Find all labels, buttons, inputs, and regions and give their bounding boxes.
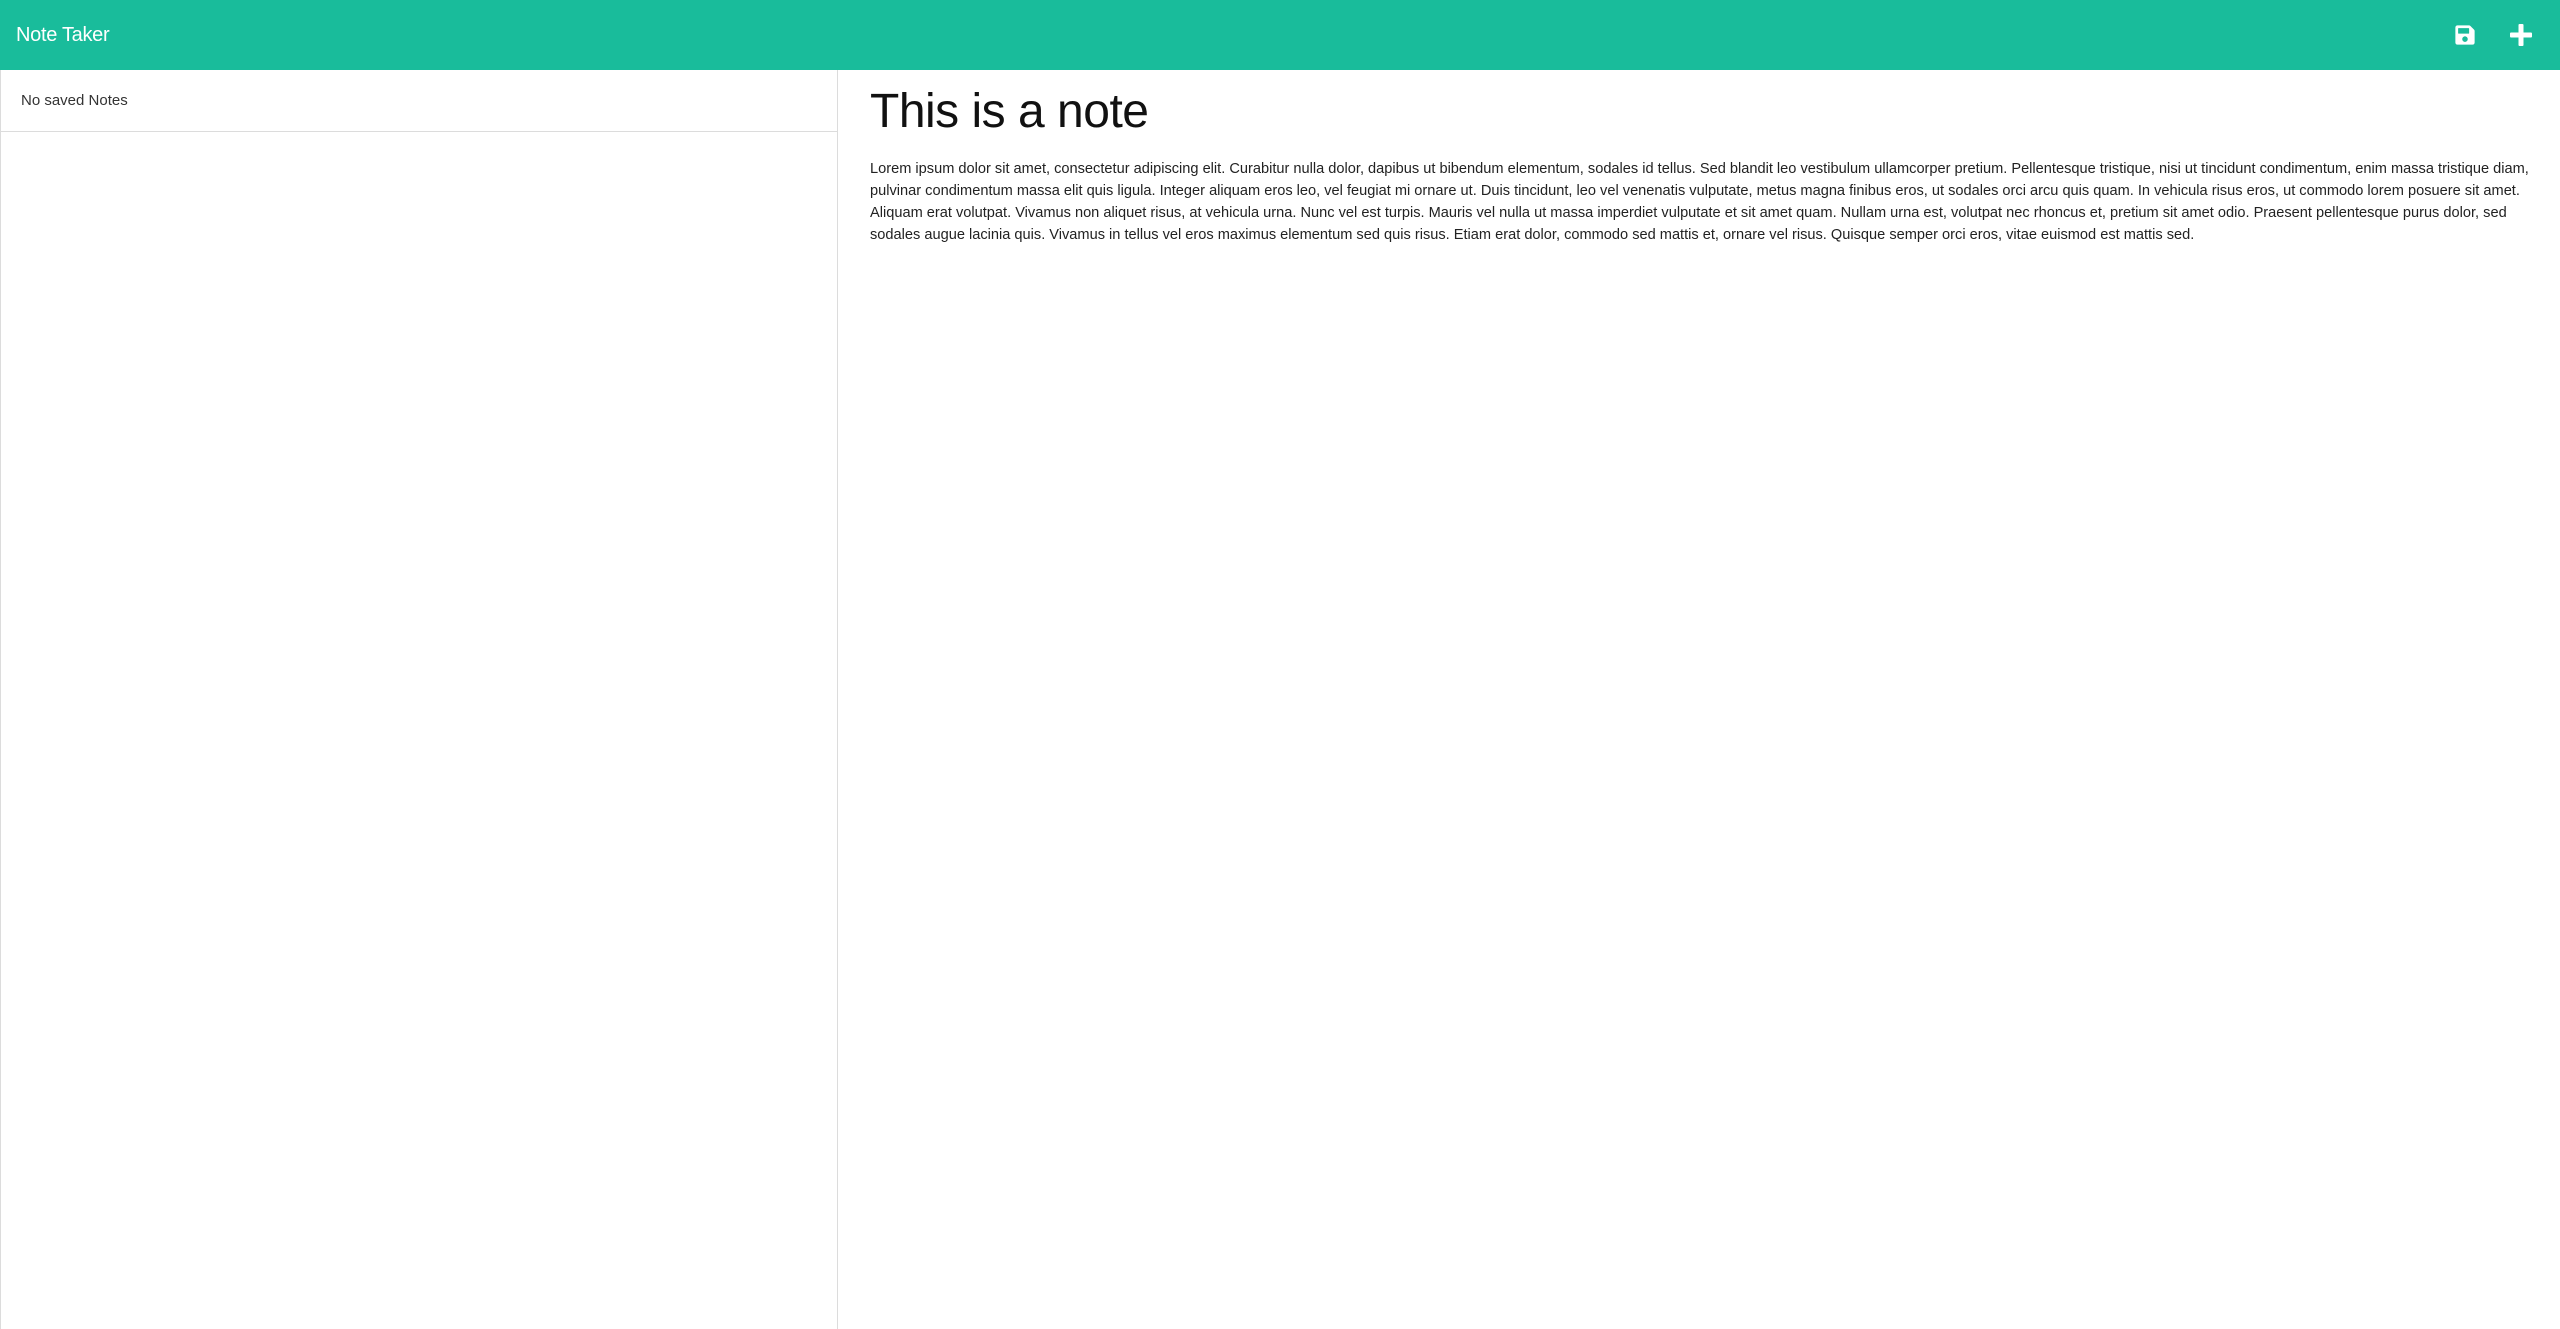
notes-sidebar: No saved Notes bbox=[0, 70, 838, 1329]
save-note-button[interactable] bbox=[2452, 22, 2478, 48]
toolbar bbox=[2452, 22, 2544, 48]
save-icon bbox=[2455, 25, 2475, 45]
plus-icon bbox=[2510, 24, 2532, 46]
app-title[interactable]: Note Taker bbox=[16, 24, 110, 47]
note-title-input[interactable] bbox=[870, 80, 2544, 144]
navbar: Note Taker bbox=[0, 0, 2560, 70]
note-body-textarea[interactable]: Lorem ipsum dolor sit amet, consectetur … bbox=[870, 158, 2544, 1308]
note-editor: Lorem ipsum dolor sit amet, consectetur … bbox=[838, 70, 2560, 1329]
new-note-button[interactable] bbox=[2508, 22, 2534, 48]
list-item-empty: No saved Notes bbox=[1, 70, 837, 132]
